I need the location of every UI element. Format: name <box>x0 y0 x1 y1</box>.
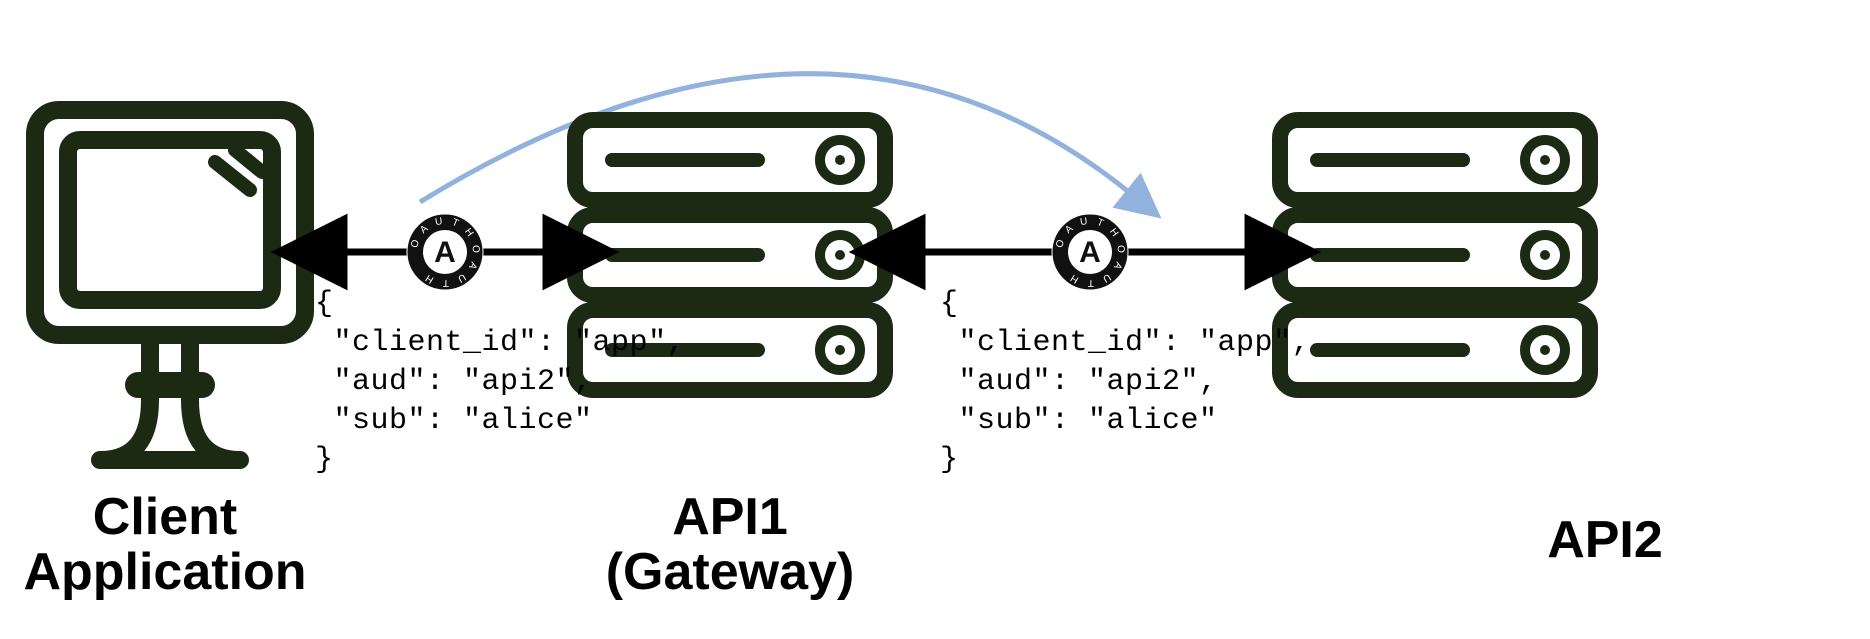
token-payload-2: { "client_id": "app", "aud": "api2", "su… <box>940 285 1310 480</box>
svg-text:A: A <box>434 236 456 269</box>
t1-aud: api2 <box>482 365 556 399</box>
api2-label: API2 <box>1440 510 1770 570</box>
svg-text:O A U T H O A U T H: O A U T H O A U T H <box>1054 216 1126 288</box>
token-payload-1: { "client_id": "app", "aud": "api2", "su… <box>315 285 685 480</box>
t2-sub: alice <box>1107 404 1200 438</box>
client-label: Client Application <box>0 490 330 599</box>
client-icon <box>35 110 305 460</box>
api1-label-text: API1(Gateway) <box>606 488 855 601</box>
passthrough-arc <box>420 74 1130 202</box>
t1-client-id: app <box>593 326 649 360</box>
api1-label: API1(Gateway) <box>545 490 915 599</box>
svg-text:A: A <box>1079 236 1101 269</box>
diagram-stage: O A U T H O A U T H A O A U T H O A U T … <box>0 0 1870 639</box>
t1-sub: alice <box>482 404 575 438</box>
t2-aud: api2 <box>1107 365 1181 399</box>
api2-label-text: API2 <box>1547 511 1663 569</box>
server-stack-api2 <box>1280 120 1590 390</box>
oauth-badge-2: O A U T H O A U T H A <box>1052 214 1128 290</box>
t2-client-id: app <box>1218 326 1274 360</box>
svg-text:O A U T H O A U T H: O A U T H O A U T H <box>409 216 481 288</box>
client-label-text: Client Application <box>23 488 306 601</box>
oauth-badge-1: O A U T H O A U T H A <box>407 214 483 290</box>
